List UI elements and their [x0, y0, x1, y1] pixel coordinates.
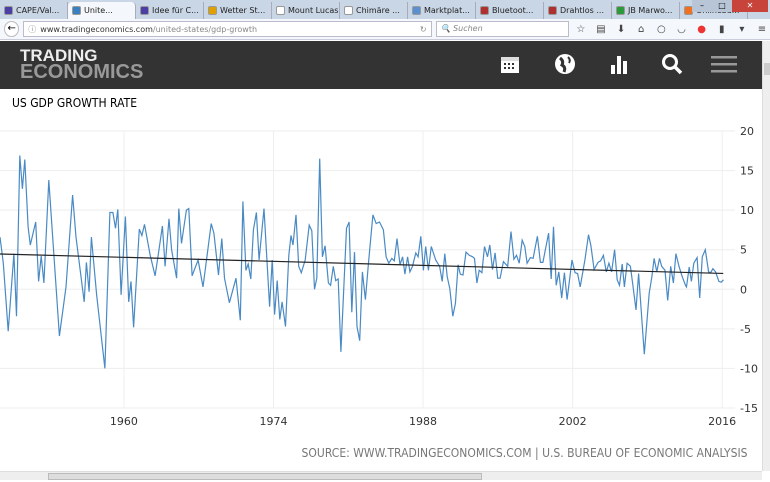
- browser-tab[interactable]: Marktplat...: [408, 2, 476, 19]
- globe-icon[interactable]: [553, 53, 577, 77]
- browser-tab[interactable]: CAPE/Val...: [0, 2, 68, 19]
- browser-tab[interactable]: Bluetoot...: [476, 2, 544, 19]
- y-tick-label: -10: [740, 362, 758, 375]
- browser-tab[interactable]: Mount Lucas ...: [272, 2, 340, 19]
- tab-label: Marktplat...: [424, 6, 470, 15]
- tab-label: Idee für C...: [152, 6, 199, 15]
- y-tick-label: 5: [740, 244, 747, 257]
- tab-favicon-icon: [276, 6, 285, 15]
- info-icon[interactable]: ⓘ: [28, 24, 36, 35]
- tab-favicon-icon: [412, 6, 421, 15]
- browser-tab[interactable]: Wetter St...: [204, 2, 272, 19]
- back-button[interactable]: ←: [4, 21, 20, 37]
- tab-label: CAPE/Val...: [16, 6, 60, 15]
- pocket-icon[interactable]: ◡: [673, 24, 689, 35]
- chat-icon[interactable]: ○: [653, 24, 669, 35]
- tab-favicon-icon: [4, 6, 13, 15]
- reload-icon[interactable]: ↻: [420, 25, 427, 34]
- url-domain: www.tradingeconomics.com: [40, 24, 153, 34]
- browser-tab-bar: CAPE/Val... Unite... Idee für C... Wetter S…: [0, 0, 770, 19]
- tab-favicon-icon: [344, 6, 353, 15]
- y-tick-label: -5: [740, 323, 751, 336]
- tab-label: Mount Lucas ...: [288, 6, 339, 15]
- calendar-icon[interactable]: [498, 53, 522, 77]
- vertical-scrollbar[interactable]: [762, 41, 770, 471]
- tab-label: Chimäre ...: [356, 6, 400, 15]
- logo-economics[interactable]: ECONOMICS: [20, 61, 143, 84]
- download-icon[interactable]: ⬇: [613, 24, 629, 35]
- browser-tab[interactable]: Unite...: [68, 2, 136, 19]
- addon-icon[interactable]: ●: [694, 24, 710, 35]
- y-tick-label: 0: [740, 283, 747, 296]
- browser-tab[interactable]: Idee für C...: [136, 2, 204, 19]
- browser-tab[interactable]: Chimäre ...: [340, 2, 408, 19]
- search-placeholder: Suchen: [453, 24, 483, 33]
- window-controls: – □ ✕: [692, 0, 768, 12]
- x-tick-label: 1960: [110, 415, 138, 428]
- navigation-toolbar: ← ⓘ www.tradingeconomics.com/united-stat…: [0, 19, 770, 40]
- browser-tab[interactable]: Drahtlos ...: [544, 2, 612, 19]
- page-title: US GDP GROWTH RATE: [12, 96, 138, 110]
- bookmark-star-icon[interactable]: ☆: [573, 24, 589, 35]
- x-tick-label: 2016: [708, 415, 736, 428]
- tab-favicon-icon: [208, 6, 217, 15]
- tab-favicon-icon: [72, 6, 81, 15]
- tab-favicon-icon: [480, 6, 489, 15]
- close-window-button[interactable]: ✕: [732, 0, 768, 12]
- maximize-button[interactable]: □: [712, 0, 732, 12]
- source-note: SOURCE: WWW.TRADINGECONOMICS.COM | U.S. …: [302, 446, 748, 460]
- tab-favicon-icon: [140, 6, 149, 15]
- vertical-scroll-thumb[interactable]: [764, 63, 770, 75]
- y-tick-label: 20: [740, 125, 754, 138]
- url-bar[interactable]: ⓘ www.tradingeconomics.com/united-states…: [23, 21, 432, 37]
- tab-label: Bluetoot...: [492, 6, 534, 15]
- horizontal-scroll-thumb[interactable]: [48, 473, 482, 480]
- home-icon[interactable]: ⌂: [633, 24, 649, 35]
- gdp-growth-series-line: [0, 155, 724, 369]
- clipboard-icon[interactable]: ▤: [593, 24, 609, 35]
- y-tick-label: 15: [740, 165, 754, 178]
- tab-favicon-icon: [616, 6, 625, 15]
- tab-label: JB Marwo...: [628, 6, 673, 15]
- search-input[interactable]: 🔍 Suchen: [435, 21, 569, 37]
- y-tick-label: 10: [740, 204, 754, 217]
- url-path: /united-states/gdp-growth: [152, 24, 258, 34]
- menu-dropdown-icon[interactable]: ▾: [734, 24, 750, 35]
- browser-tab[interactable]: JB Marwo...: [612, 2, 680, 19]
- y-tick-label: -15: [740, 402, 758, 415]
- tab-label: Wetter St...: [220, 6, 266, 15]
- gdp-growth-chart[interactable]: 20 15 10 5 0 -5 -10 -15 1960 1974 1988 2002 2016: [0, 120, 762, 435]
- search-icon[interactable]: [660, 53, 684, 77]
- x-tick-label: 1988: [409, 415, 437, 428]
- minimize-button[interactable]: –: [692, 0, 712, 12]
- menu-icon[interactable]: [710, 53, 738, 77]
- tab-label: Drahtlos ...: [560, 6, 605, 15]
- x-tick-label: 1974: [259, 415, 287, 428]
- extension-icon[interactable]: ▮: [714, 24, 730, 35]
- tab-label: Unite...: [84, 6, 113, 15]
- hamburger-menu-icon[interactable]: ≡: [754, 24, 770, 35]
- site-header: TRADING ECONOMICS: [0, 41, 762, 89]
- x-tick-label: 2002: [559, 415, 587, 428]
- tab-favicon-icon: [548, 6, 557, 15]
- bar-chart-icon[interactable]: [607, 53, 631, 77]
- horizontal-scrollbar[interactable]: [0, 471, 762, 480]
